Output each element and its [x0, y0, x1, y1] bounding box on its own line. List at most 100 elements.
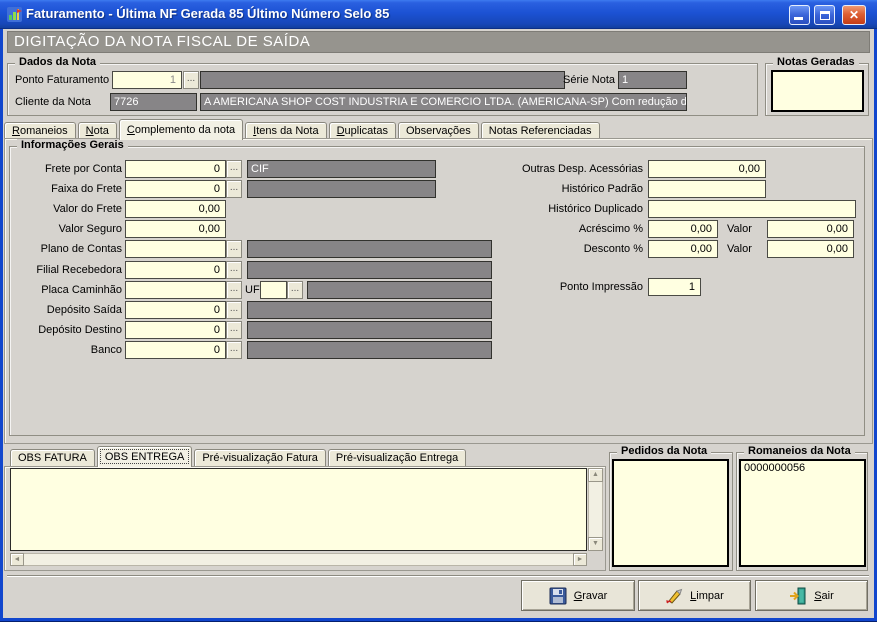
maximize-button[interactable]: [814, 5, 835, 25]
plano-de-contas-label: Plano de Contas: [7, 240, 122, 258]
desconto-input[interactable]: 0,00: [648, 240, 718, 258]
save-icon: [549, 587, 567, 605]
sair-button-label: Sair: [814, 590, 834, 602]
gravar-button-label: Gravar: [574, 590, 608, 602]
tab-romaneios[interactable]: Romaneios: [4, 122, 76, 139]
historico-padrao-label: Histórico Padrão: [480, 180, 643, 198]
obs-horizontal-scrollbar[interactable]: [10, 553, 587, 566]
uf-input[interactable]: [260, 281, 287, 299]
historico-duplicado-input[interactable]: [648, 200, 856, 218]
minimize-button[interactable]: [789, 5, 810, 25]
serie-nota-display: 1: [618, 71, 687, 89]
desconto-label: Desconto %: [480, 240, 643, 258]
tab-pre-visualizacao-fatura[interactable]: Pré-visualização Fatura: [194, 449, 326, 466]
filial-recebedora-input[interactable]: 0: [125, 261, 226, 279]
desconto-valor-input[interactable]: 0,00: [767, 240, 854, 258]
faixa-do-frete-lookup-button[interactable]: ...: [226, 180, 242, 198]
page-title: DIGITAÇÃO DA NOTA FISCAL DE SAÍDA: [7, 31, 870, 53]
placa-caminhao-input[interactable]: [125, 281, 226, 299]
ponto-faturamento-label: Ponto Faturamento: [15, 71, 109, 89]
tab-notas-referenciadas[interactable]: Notas Referenciadas: [481, 122, 600, 139]
title-bar: Faturamento - Última NF Gerada 85 Último…: [0, 0, 877, 29]
filial-recebedora-lookup-button[interactable]: ...: [226, 261, 242, 279]
deposito-destino-lookup-button[interactable]: ...: [226, 321, 242, 339]
pedidos-da-nota-list[interactable]: [612, 459, 729, 567]
plano-de-contas-input[interactable]: [125, 240, 226, 258]
deposito-saida-lookup-button[interactable]: ...: [226, 301, 242, 319]
banco-display: [247, 341, 492, 359]
scroll-down-button[interactable]: ▼: [588, 537, 603, 551]
gravar-button[interactable]: Gravar: [521, 580, 635, 611]
uf-label: UF: [245, 281, 260, 299]
valor-seguro-input[interactable]: 0,00: [125, 220, 226, 238]
deposito-destino-label: Depósito Destino: [7, 321, 122, 339]
romaneios-da-nota-list[interactable]: 0000000056: [739, 459, 866, 567]
faixa-do-frete-label: Faixa do Frete: [7, 180, 122, 198]
frete-por-conta-lookup-button[interactable]: ...: [226, 160, 242, 178]
scroll-left-button[interactable]: ◄: [10, 553, 24, 566]
tab-duplicatas[interactable]: Duplicatas: [329, 122, 396, 139]
close-button[interactable]: ✕: [842, 5, 866, 25]
sair-button[interactable]: Sair: [755, 580, 868, 611]
tab-itens-da-nota[interactable]: Itens da Nota: [245, 122, 326, 139]
arrow-left-icon: ◄: [14, 556, 21, 563]
acrescimo-valor-label: Valor: [727, 220, 752, 238]
filial-recebedora-display: [247, 261, 492, 279]
plano-de-contas-display: [247, 240, 492, 258]
placa-caminhao-label: Placa Caminhão: [7, 281, 122, 299]
notas-geradas-legend: Notas Geradas: [773, 56, 859, 68]
tab-pre-visualizacao-entrega[interactable]: Pré-visualização Entrega: [328, 449, 466, 466]
outras-desp-acessorias-input[interactable]: 0,00: [648, 160, 766, 178]
deposito-saida-label: Depósito Saída: [7, 301, 122, 319]
notas-geradas-list[interactable]: [771, 70, 864, 112]
ponto-impressao-input[interactable]: 1: [648, 278, 701, 296]
faixa-do-frete-input[interactable]: 0: [125, 180, 226, 198]
acrescimo-label: Acréscimo %: [480, 220, 643, 238]
exit-door-icon: [789, 587, 807, 605]
ponto-faturamento-lookup-button[interactable]: ...: [183, 71, 199, 89]
banco-input[interactable]: 0: [125, 341, 226, 359]
plano-de-contas-lookup-button[interactable]: ...: [226, 240, 242, 258]
romaneio-list-item[interactable]: 0000000056: [741, 461, 864, 476]
obs-entrega-textarea[interactable]: [10, 468, 587, 551]
deposito-destino-input[interactable]: 0: [125, 321, 226, 339]
acrescimo-valor-input[interactable]: 0,00: [767, 220, 854, 238]
valor-do-frete-input[interactable]: 0,00: [125, 200, 226, 218]
historico-padrao-input[interactable]: [648, 180, 766, 198]
tab-observacoes[interactable]: Observações: [398, 122, 479, 139]
pedidos-da-nota-legend: Pedidos da Nota: [617, 445, 711, 457]
limpar-button[interactable]: Limpar: [638, 580, 751, 611]
cliente-name-display: A AMERICANA SHOP COST INDUSTRIA E COMERC…: [200, 93, 687, 111]
tab-complemento-da-nota[interactable]: Complemento da nota: [119, 119, 243, 140]
faixa-do-frete-display: [247, 180, 436, 198]
tab-obs-entrega[interactable]: OBS ENTREGA: [97, 446, 192, 467]
deposito-saida-display: [247, 301, 492, 319]
scroll-right-button[interactable]: ►: [573, 553, 587, 566]
window-title: Faturamento - Última NF Gerada 85 Último…: [26, 6, 389, 21]
dados-da-nota-legend: Dados da Nota: [15, 56, 100, 68]
placa-caminhao-display: [307, 281, 492, 299]
minimize-icon: [794, 17, 803, 20]
acrescimo-input[interactable]: 0,00: [648, 220, 718, 238]
banco-lookup-button[interactable]: ...: [226, 341, 242, 359]
cliente-code-display: 7726: [110, 93, 197, 111]
tab-nota[interactable]: Nota: [78, 122, 117, 139]
uf-lookup-button[interactable]: ...: [287, 281, 303, 299]
tab-obs-fatura[interactable]: OBS FATURA: [10, 449, 95, 466]
scroll-up-button[interactable]: ▲: [588, 468, 603, 482]
window-border-left: [0, 29, 3, 622]
arrow-up-icon: ▲: [592, 471, 599, 478]
clear-icon: [665, 587, 683, 605]
maximize-icon: [820, 11, 830, 20]
ponto-faturamento-display: [200, 71, 565, 89]
deposito-saida-input[interactable]: 0: [125, 301, 226, 319]
close-icon: ✕: [843, 8, 865, 22]
ponto-faturamento-input[interactable]: 1: [112, 71, 182, 89]
informacoes-gerais-legend: Informações Gerais: [17, 139, 128, 151]
app-icon: [6, 6, 23, 23]
placa-caminhao-lookup-button[interactable]: ...: [226, 281, 242, 299]
arrow-down-icon: ▼: [592, 540, 599, 547]
romaneios-da-nota-legend: Romaneios da Nota: [744, 445, 855, 457]
frete-por-conta-input[interactable]: 0: [125, 160, 226, 178]
cliente-da-nota-label: Cliente da Nota: [15, 93, 91, 111]
